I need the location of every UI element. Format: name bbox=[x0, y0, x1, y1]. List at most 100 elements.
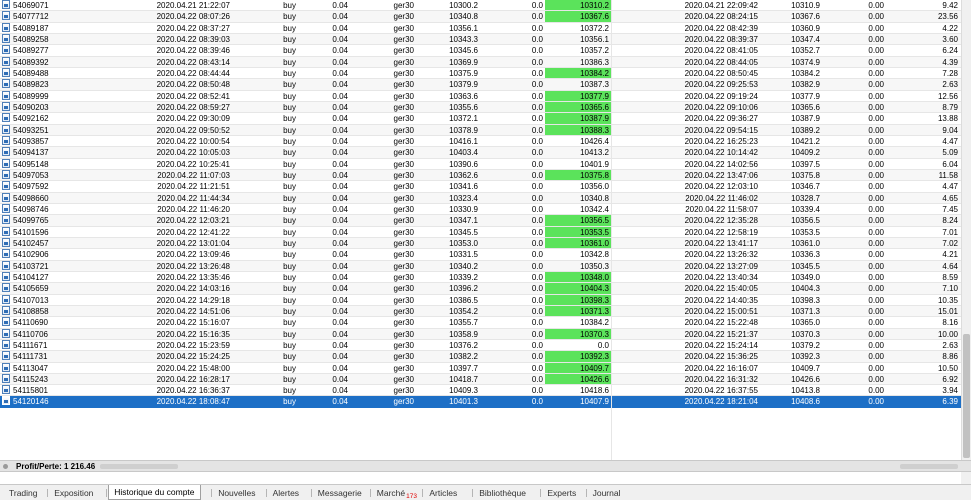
ticket-number: 54107013 bbox=[13, 295, 49, 305]
tab-exposition[interactable]: Exposition bbox=[49, 486, 98, 500]
table-row[interactable]: 54090203 2020.04.22 08:59:27 buy 0.04 ger30 1… bbox=[0, 101, 961, 114]
table-row[interactable]: 54089277 2020.04.22 08:39:46 buy 0.04 ger30 1… bbox=[0, 45, 961, 57]
tab-biblioth-que[interactable]: Bibliothèque bbox=[474, 486, 531, 500]
table-row[interactable]: 54101596 2020.04.22 12:41:22 buy 0.04 ger30 1… bbox=[0, 226, 961, 238]
type-cell: buy bbox=[283, 272, 296, 282]
table-row[interactable]: 54093857 2020.04.22 10:00:54 buy 0.04 ger30 1… bbox=[0, 135, 961, 148]
symbol-cell: ger30 bbox=[393, 374, 414, 384]
ticket-cell: 54101596 bbox=[0, 226, 90, 237]
volume-cell: 0.04 bbox=[332, 12, 348, 22]
document-icon bbox=[2, 283, 10, 293]
stop-loss-cell: 0.0 bbox=[531, 148, 543, 158]
close-time-cell: 2020.04.22 09:54:15 bbox=[684, 125, 758, 135]
table-row[interactable]: 54102457 2020.04.22 13:01:04 buy 0.04 ger30 1… bbox=[0, 237, 961, 250]
profit-cell: 7.02 bbox=[942, 238, 958, 248]
table-row[interactable]: 54093251 2020.04.22 09:50:52 buy 0.04 ger30 1… bbox=[0, 124, 961, 136]
close-time-cell: 2020.04.22 09:25:53 bbox=[684, 80, 758, 90]
table-row[interactable]: 54108858 2020.04.22 14:51:06 buy 0.04 ger30 1… bbox=[0, 305, 961, 318]
open-price-cell: 10382.2 bbox=[449, 352, 478, 362]
open-time-cell: 2020.04.22 08:44:44 bbox=[156, 68, 230, 78]
tab-separator bbox=[585, 489, 587, 497]
table-row[interactable]: 54077712 2020.04.22 08:07:26 buy 0.04 ger30 1… bbox=[0, 11, 961, 23]
table-row[interactable]: 54103721 2020.04.22 13:26:48 buy 0.04 ger30 1… bbox=[0, 260, 961, 272]
table-row[interactable]: 54115801 2020.04.22 16:36:37 buy 0.04 ger30 1… bbox=[0, 385, 961, 397]
resize-grip[interactable] bbox=[961, 472, 971, 484]
document-icon bbox=[2, 135, 10, 145]
document-icon bbox=[2, 67, 10, 77]
table-row[interactable]: 54089187 2020.04.22 08:37:27 buy 0.04 ger30 1… bbox=[0, 22, 961, 34]
table-row[interactable]: 54097053 2020.04.22 11:07:03 buy 0.04 ger30 1… bbox=[0, 169, 961, 182]
document-icon bbox=[2, 0, 10, 9]
open-time-cell: 2020.04.22 15:24:25 bbox=[156, 352, 230, 362]
table-row[interactable]: 54111731 2020.04.22 15:24:25 buy 0.04 ger30 1… bbox=[0, 351, 961, 363]
type-cell: buy bbox=[283, 204, 296, 214]
ticket-number: 54120146 bbox=[13, 397, 49, 407]
tab-separator bbox=[310, 489, 312, 497]
commission-cell: 0.00 bbox=[868, 216, 884, 226]
open-price-cell: 10358.9 bbox=[449, 329, 478, 339]
open-price-cell: 10347.1 bbox=[449, 216, 478, 226]
close-price-cell: 10382.9 bbox=[791, 80, 820, 90]
table-row[interactable]: 54102906 2020.04.22 13:09:46 buy 0.04 ger30 1… bbox=[0, 249, 961, 261]
table-row[interactable]: 54069071 2020.04.21 21:22:07 buy 0.04 ger30 1… bbox=[0, 0, 961, 12]
vertical-scrollbar[interactable] bbox=[961, 0, 971, 460]
stop-loss-cell: 0.0 bbox=[531, 12, 543, 22]
table-row[interactable]: 54089488 2020.04.22 08:44:44 buy 0.04 ger30 1… bbox=[0, 67, 961, 80]
table-row[interactable]: 54089823 2020.04.22 08:50:48 buy 0.04 ger30 1… bbox=[0, 79, 961, 91]
document-icon bbox=[2, 124, 10, 134]
open-time-cell: 2020.04.22 11:46:20 bbox=[157, 204, 230, 214]
tab-march[interactable]: Marché173 bbox=[372, 486, 422, 500]
table-row[interactable]: 54105659 2020.04.22 14:03:16 buy 0.04 ger30 1… bbox=[0, 283, 961, 295]
tab-trading[interactable]: Trading bbox=[4, 486, 43, 500]
close-price-cell: 10426.6 bbox=[791, 374, 820, 384]
symbol-cell: ger30 bbox=[393, 238, 414, 248]
open-price-cell: 10355.6 bbox=[449, 102, 478, 112]
close-price-cell: 10365.6 bbox=[791, 102, 820, 112]
tab-nouvelles[interactable]: Nouvelles bbox=[213, 486, 260, 500]
ticket-cell: 54089277 bbox=[0, 45, 90, 55]
ticket-cell: 54089823 bbox=[0, 79, 90, 89]
volume-cell: 0.04 bbox=[332, 182, 348, 192]
profit-cell: 3.94 bbox=[942, 386, 958, 396]
type-cell: buy bbox=[283, 306, 296, 316]
table-row[interactable]: 54095148 2020.04.22 10:25:41 buy 0.04 ger30 1… bbox=[0, 158, 961, 170]
symbol-cell: ger30 bbox=[393, 102, 414, 112]
table-row[interactable]: 54099765 2020.04.22 12:03:21 buy 0.04 ger30 1… bbox=[0, 215, 961, 227]
table-row[interactable]: 54113047 2020.04.22 15:48:00 buy 0.04 ger30 1… bbox=[0, 362, 961, 374]
stop-loss-cell: 0.0 bbox=[531, 295, 543, 305]
stop-loss-cell: 0.0 bbox=[531, 306, 543, 316]
symbol-cell: ger30 bbox=[393, 386, 414, 396]
table-row[interactable]: 54089999 2020.04.22 08:52:41 buy 0.04 ger30 1… bbox=[0, 90, 961, 102]
table-row-selected[interactable]: 54120146 2020.04.22 18:08:47 buy 0.04 ger30 1… bbox=[0, 396, 961, 408]
table-row[interactable]: 54115243 2020.04.22 16:28:17 buy 0.04 ger30 1… bbox=[0, 373, 961, 386]
scrollbar-thumb[interactable] bbox=[963, 334, 970, 458]
commission-cell: 0.00 bbox=[868, 57, 884, 67]
table-row[interactable]: 54089392 2020.04.22 08:43:14 buy 0.04 ger30 1… bbox=[0, 56, 961, 68]
table-row[interactable]: 54089258 2020.04.22 08:39:03 buy 0.04 ger30 1… bbox=[0, 33, 961, 46]
tab-journal[interactable]: Journal bbox=[588, 486, 626, 500]
tab-alertes[interactable]: Alertes bbox=[268, 486, 304, 500]
tab-historique-du-compte[interactable]: Historique du compte bbox=[108, 485, 201, 500]
table-row[interactable]: 54098746 2020.04.22 11:46:20 buy 0.04 ger30 1… bbox=[0, 203, 961, 216]
table-row[interactable]: 54107013 2020.04.22 14:29:18 buy 0.04 ger30 1… bbox=[0, 294, 961, 306]
tab-articles[interactable]: Articles bbox=[424, 486, 462, 500]
table-row[interactable]: 54092162 2020.04.22 09:30:09 buy 0.04 ger30 1… bbox=[0, 113, 961, 125]
stop-loss-cell: 0.0 bbox=[531, 238, 543, 248]
table-row[interactable]: 54104127 2020.04.22 13:35:46 buy 0.04 ger30 1… bbox=[0, 271, 961, 284]
close-time-cell: 2020.04.22 12:35:28 bbox=[684, 216, 758, 226]
table-row[interactable]: 54098660 2020.04.22 11:44:34 buy 0.04 ger30 1… bbox=[0, 192, 961, 204]
table-row[interactable]: 54111671 2020.04.22 15:23:59 buy 0.04 ger30 1… bbox=[0, 339, 961, 352]
table-row[interactable]: 54110706 2020.04.22 15:16:35 buy 0.04 ger30 1… bbox=[0, 328, 961, 340]
commission-cell: 0.00 bbox=[868, 102, 884, 112]
tab-experts[interactable]: Experts bbox=[542, 486, 581, 500]
document-icon bbox=[2, 362, 10, 372]
table-row[interactable]: 54097592 2020.04.22 11:21:51 buy 0.04 ger30 1… bbox=[0, 181, 961, 193]
close-price-cell: 10398.3 bbox=[791, 295, 820, 305]
type-cell: buy bbox=[283, 193, 296, 203]
close-price-cell: 10345.5 bbox=[791, 261, 820, 271]
table-row[interactable]: 54094137 2020.04.22 10:05:03 buy 0.04 ger30 1… bbox=[0, 147, 961, 159]
ticket-number: 54077712 bbox=[13, 12, 49, 22]
profit-loss-label: Profit/Perte: 1 216.46 bbox=[16, 462, 96, 471]
tab-messagerie[interactable]: Messagerie bbox=[313, 486, 367, 500]
table-row[interactable]: 54110690 2020.04.22 15:16:07 buy 0.04 ger30 1… bbox=[0, 317, 961, 329]
